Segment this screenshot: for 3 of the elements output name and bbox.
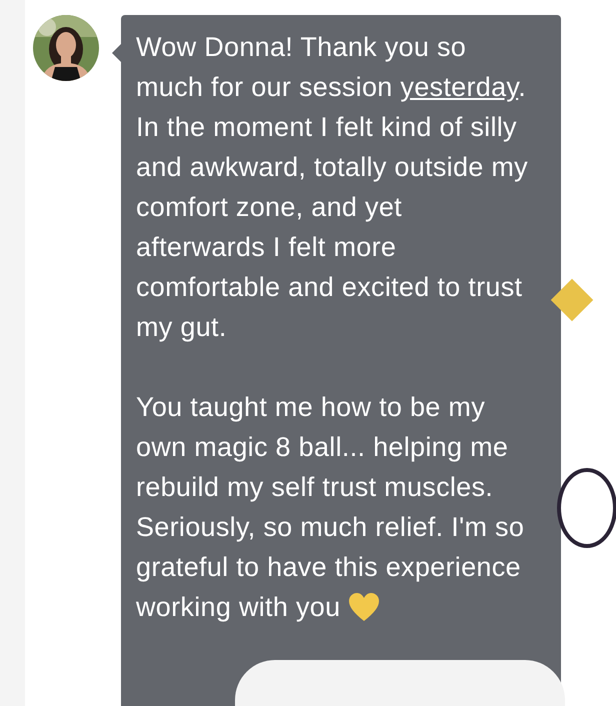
message-text: Wow Donna! Thank you so much for our session yesterday. In the moment I felt kind of silly and awkward, totally outside my comfort zone, and yet afterwards I felt more comfortable and excited to trust my gut. xyxy=(136,32,528,342)
message-text: You taught me how to be my own magic 8 ball... helping me rebuild my self trust muscles. Seriously, so much relief. I'm so grateful to have this experience working with you xyxy=(136,392,524,622)
circle-icon xyxy=(557,468,616,548)
